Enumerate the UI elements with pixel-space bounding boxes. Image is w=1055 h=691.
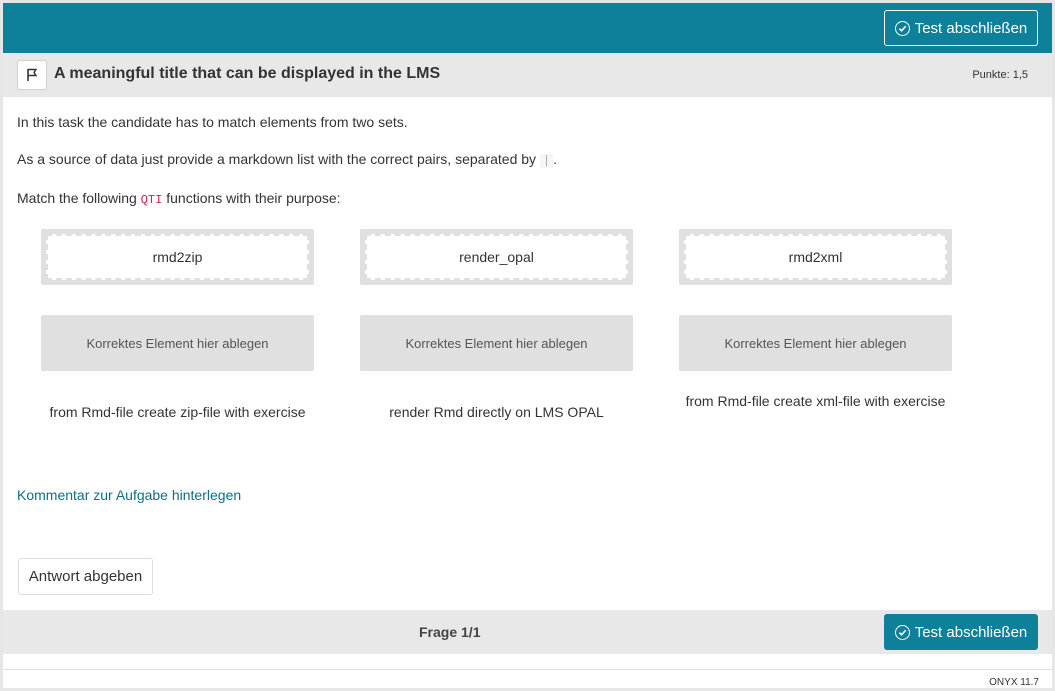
- check-circle-icon: [894, 20, 910, 36]
- intro-paragraph-2: As a source of data just provide a markd…: [17, 151, 1037, 169]
- points-label: Punkte: 1,5: [972, 69, 1028, 81]
- source-item-rmd2zip[interactable]: rmd2zip: [41, 229, 314, 285]
- finish-test-button-bottom[interactable]: Test abschließen: [884, 614, 1038, 650]
- top-toolbar: Test abschließen: [3, 3, 1052, 53]
- comment-link[interactable]: Kommentar zur Aufgabe hinterlegen: [17, 487, 241, 503]
- submit-answer-button[interactable]: Antwort abgeben: [18, 558, 153, 595]
- drop-target-3[interactable]: Korrektes Element hier ablegen: [679, 315, 952, 371]
- target-description-1: from Rmd-file create zip-file with exerc…: [49, 404, 306, 420]
- intro-paragraph-3: Match the following QTI functions with t…: [17, 190, 1037, 208]
- intro-2-text: As a source of data just provide a markd…: [17, 151, 540, 167]
- drop-target-2[interactable]: Korrektes Element hier ablegen: [360, 315, 633, 371]
- source-item-render-opal[interactable]: render_opal: [360, 229, 633, 285]
- pipe-code: |: [539, 154, 554, 168]
- footer-bar: Frage 1/1 Test abschließen: [3, 610, 1052, 654]
- task-description: In this task the candidate has to match …: [17, 114, 1037, 229]
- drop-target-1[interactable]: Korrektes Element hier ablegen: [41, 315, 314, 371]
- finish-test-label-top: Test abschließen: [914, 19, 1028, 37]
- check-circle-icon: [894, 624, 910, 640]
- task-title-bar: A meaningful title that can be displayed…: [3, 53, 1052, 97]
- intro-3-text: Match the following: [17, 190, 141, 206]
- target-description-3: from Rmd-file create xml-file with exerc…: [685, 393, 946, 409]
- source-item-rmd2xml[interactable]: rmd2xml: [679, 229, 952, 285]
- finish-test-label-bottom: Test abschließen: [914, 623, 1028, 641]
- finish-test-button-top[interactable]: Test abschließen: [884, 10, 1038, 46]
- version-label: ONYX 11.7: [989, 677, 1039, 688]
- source-item-label[interactable]: rmd2zip: [46, 234, 309, 280]
- source-item-label[interactable]: render_opal: [365, 234, 628, 280]
- flag-icon: [27, 68, 38, 81]
- intro-3-end: functions with their purpose:: [162, 190, 341, 206]
- source-item-label[interactable]: rmd2xml: [684, 234, 947, 280]
- intro-paragraph-1: In this task the candidate has to match …: [17, 114, 408, 130]
- question-counter: Frage 1/1: [419, 624, 481, 640]
- flag-button[interactable]: [17, 60, 47, 90]
- intro-2-end: .: [553, 151, 558, 167]
- qti-code: QTI: [140, 193, 163, 207]
- task-title: A meaningful title that can be displayed…: [54, 65, 441, 82]
- divider: [3, 669, 1052, 670]
- target-description-2: render Rmd directly on LMS OPAL: [389, 404, 604, 420]
